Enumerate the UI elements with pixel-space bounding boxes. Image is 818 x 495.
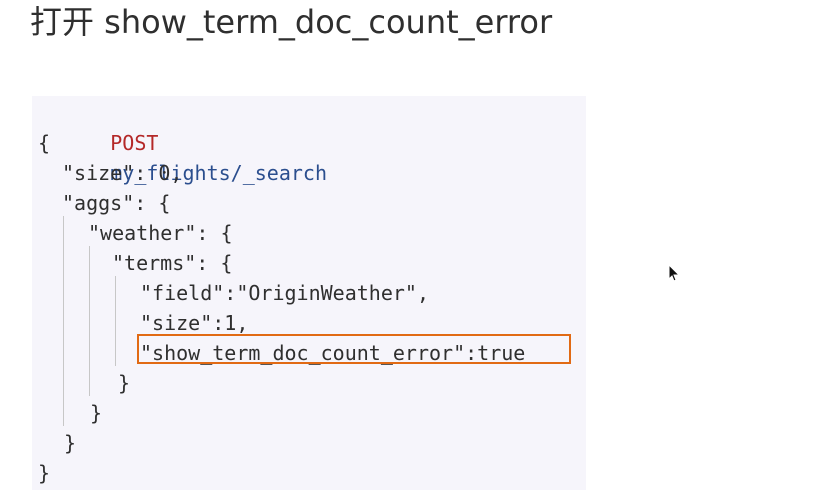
code-panel: POST my_flights/_search { "size": 0, "ag… <box>32 96 586 490</box>
page-title: 打开 show_term_doc_count_error <box>30 3 553 41</box>
code-line-close-weather: } <box>90 401 103 425</box>
mouse-pointer-icon <box>668 263 681 282</box>
code-line-aggs: "aggs": { <box>62 191 171 215</box>
code-line-open-brace: { <box>38 131 51 155</box>
indent-guide-1 <box>63 216 64 426</box>
code-line-field: "field":"OriginWeather", <box>140 281 429 305</box>
code-line-close-root: } <box>38 461 51 485</box>
code-line-show-term-doc-count-error: "show_term_doc_count_error":true <box>140 341 526 365</box>
code-line-close-aggs: } <box>64 431 77 455</box>
http-method: POST <box>110 131 159 155</box>
indent-guide-3 <box>115 276 116 366</box>
code-line-size-1: "size":1, <box>140 311 249 335</box>
indent-guide-2 <box>89 246 90 396</box>
code-line-close-terms: } <box>118 371 131 395</box>
request-line: POST my_flights/_search <box>38 98 327 185</box>
code-line-weather: "weather": { <box>88 221 233 245</box>
code-line-size: "size": 0, <box>62 161 183 185</box>
code-line-terms: "terms": { <box>112 251 233 275</box>
